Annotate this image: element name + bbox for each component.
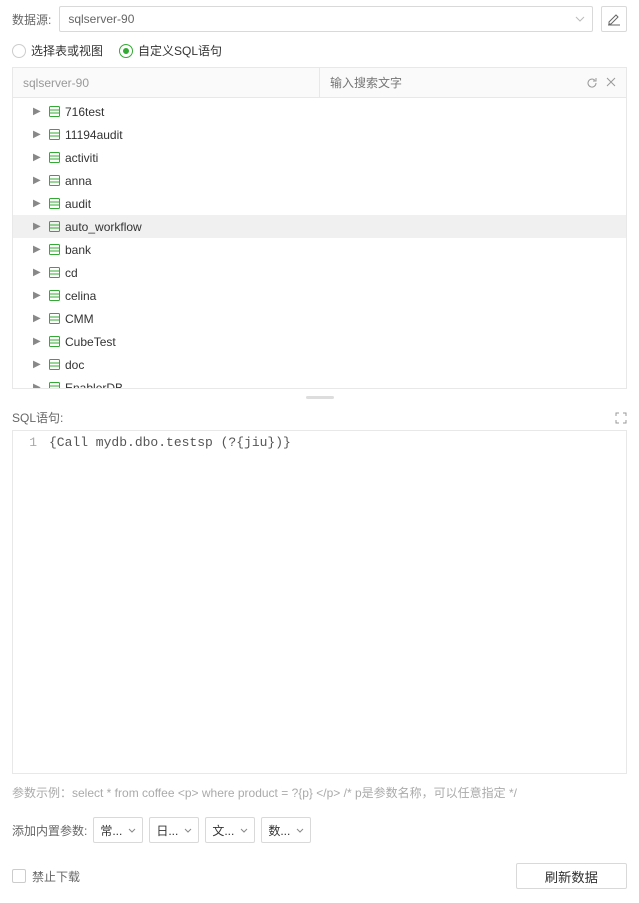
- database-icon: [47, 128, 61, 142]
- param-select-value: 文...: [212, 822, 234, 839]
- chevron-down-icon: [184, 828, 192, 833]
- datasource-select[interactable]: sqlserver-90: [59, 6, 593, 32]
- param-select[interactable]: 数...: [261, 817, 311, 843]
- tree-item-label: bank: [65, 243, 91, 257]
- radio-unchecked-icon: [12, 44, 26, 58]
- tree-item-label: EnablerDB: [65, 381, 123, 389]
- tree-item[interactable]: ▶ bank: [13, 238, 626, 261]
- chevron-down-icon: [128, 828, 136, 833]
- tree-breadcrumb: sqlserver-90: [13, 68, 320, 97]
- radio-custom-label: 自定义SQL语句: [138, 42, 222, 59]
- caret-right-icon: ▶: [33, 313, 43, 324]
- tree-item-label: 11194audit: [65, 128, 123, 142]
- radio-checked-icon: [119, 44, 133, 58]
- caret-right-icon: ▶: [33, 198, 43, 209]
- database-icon: [47, 220, 61, 234]
- tree-item-label: CMM: [65, 312, 94, 326]
- param-select[interactable]: 常...: [93, 817, 143, 843]
- close-icon[interactable]: [606, 77, 616, 89]
- resize-handle[interactable]: [0, 393, 639, 401]
- tree-item[interactable]: ▶ CubeTest: [13, 330, 626, 353]
- forbid-download-checkbox[interactable]: 禁止下载: [12, 868, 80, 885]
- refresh-icon[interactable]: [586, 77, 598, 89]
- database-icon: [47, 243, 61, 257]
- param-select[interactable]: 文...: [205, 817, 255, 843]
- tree-item[interactable]: ▶ cd: [13, 261, 626, 284]
- database-icon: [47, 381, 61, 389]
- database-icon: [47, 289, 61, 303]
- forbid-download-label: 禁止下载: [32, 868, 80, 885]
- radio-table-label: 选择表或视图: [31, 42, 103, 59]
- caret-right-icon: ▶: [33, 336, 43, 347]
- refresh-data-button[interactable]: 刷新数据: [516, 863, 627, 889]
- chevron-down-icon: [296, 828, 304, 833]
- tree-item[interactable]: ▶ 11194audit: [13, 123, 626, 146]
- caret-right-icon: ▶: [33, 106, 43, 117]
- search-input[interactable]: [330, 76, 586, 90]
- database-icon: [47, 151, 61, 165]
- tree-item-label: auto_workflow: [65, 220, 142, 234]
- checkbox-icon: [12, 869, 26, 883]
- database-icon: [47, 105, 61, 119]
- database-icon: [47, 312, 61, 326]
- line-number: 1: [13, 431, 43, 773]
- radio-table-view[interactable]: 选择表或视图: [12, 42, 103, 59]
- tree-item-label: cd: [65, 266, 78, 280]
- caret-right-icon: ▶: [33, 267, 43, 278]
- datasource-value: sqlserver-90: [68, 12, 134, 26]
- tree-item-label: doc: [65, 358, 84, 372]
- caret-right-icon: ▶: [33, 221, 43, 232]
- caret-right-icon: ▶: [33, 175, 43, 186]
- param-select-value: 数...: [268, 822, 290, 839]
- database-icon: [47, 174, 61, 188]
- caret-right-icon: ▶: [33, 152, 43, 163]
- tree-item[interactable]: ▶ doc: [13, 353, 626, 376]
- tree-item[interactable]: ▶ auto_workflow: [13, 215, 626, 238]
- edit-icon: [607, 12, 621, 26]
- tree-item[interactable]: ▶ 716test: [13, 100, 626, 123]
- tree-item-label: activiti: [65, 151, 98, 165]
- param-hint: 参数示例：select * from coffee <p> where prod…: [0, 774, 639, 811]
- expand-icon[interactable]: [615, 412, 627, 424]
- tree-item[interactable]: ▶ EnablerDB: [13, 376, 626, 388]
- tree-item[interactable]: ▶ CMM: [13, 307, 626, 330]
- chevron-down-icon: [240, 828, 248, 833]
- tree-item-label: CubeTest: [65, 335, 116, 349]
- tree-item[interactable]: ▶ anna: [13, 169, 626, 192]
- tree-item-label: celina: [65, 289, 96, 303]
- tree-item[interactable]: ▶ activiti: [13, 146, 626, 169]
- caret-right-icon: ▶: [33, 359, 43, 370]
- tree-item-label: audit: [65, 197, 91, 211]
- database-icon: [47, 266, 61, 280]
- database-icon: [47, 358, 61, 372]
- tree-item-label: anna: [65, 174, 92, 188]
- sql-editor[interactable]: 1 {Call mydb.dbo.testsp (?{jiu})}: [12, 430, 627, 774]
- caret-right-icon: ▶: [33, 382, 43, 388]
- tree-item-label: 716test: [65, 105, 104, 119]
- datasource-label: 数据源:: [12, 11, 51, 28]
- add-param-label: 添加内置参数:: [12, 822, 87, 839]
- caret-right-icon: ▶: [33, 244, 43, 255]
- tree-body[interactable]: ▶716test▶11194audit▶activiti▶anna▶audit▶…: [13, 98, 626, 388]
- radio-custom-sql[interactable]: 自定义SQL语句: [119, 42, 222, 59]
- database-icon: [47, 335, 61, 349]
- edit-button[interactable]: [601, 6, 627, 32]
- sql-label: SQL语句:: [12, 409, 63, 426]
- tree-item[interactable]: ▶ celina: [13, 284, 626, 307]
- sql-code[interactable]: {Call mydb.dbo.testsp (?{jiu})}: [43, 431, 626, 773]
- caret-right-icon: ▶: [33, 290, 43, 301]
- param-select-value: 常...: [100, 822, 122, 839]
- param-select-value: 日...: [156, 822, 178, 839]
- param-select[interactable]: 日...: [149, 817, 199, 843]
- caret-right-icon: ▶: [33, 129, 43, 140]
- database-icon: [47, 197, 61, 211]
- tree-item[interactable]: ▶ audit: [13, 192, 626, 215]
